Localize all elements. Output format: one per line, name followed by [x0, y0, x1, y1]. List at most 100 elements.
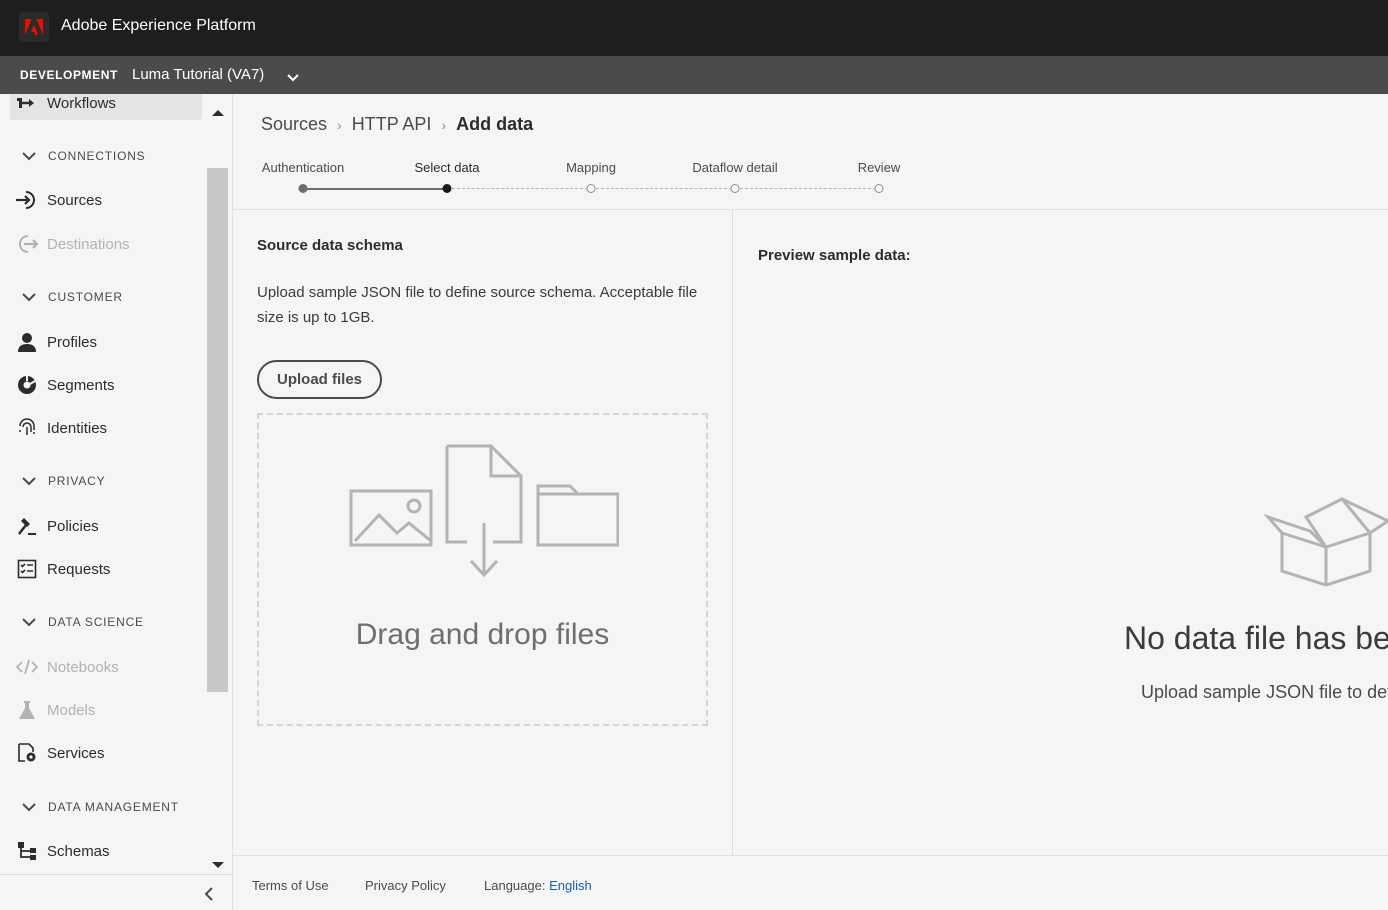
- drag-drop-text: Drag and drop files: [355, 618, 610, 651]
- drag-drop-illustration-icon: [349, 444, 619, 578]
- privacy-policy-link[interactable]: Privacy Policy: [365, 878, 446, 893]
- sidebar-item-profiles[interactable]: Profiles: [10, 325, 202, 359]
- language-label: Language:: [484, 878, 546, 893]
- sidebar-item-models: Models: [10, 693, 202, 727]
- breadcrumb-http-api[interactable]: HTTP API: [352, 114, 432, 135]
- step-mapping-label: Mapping: [566, 160, 616, 175]
- section-label: DATA MANAGEMENT: [48, 800, 179, 814]
- sidebar-item-policies[interactable]: Policies: [10, 509, 202, 543]
- sidebar-item-label: Services: [47, 744, 105, 762]
- chevron-down-icon: [22, 292, 36, 302]
- services-gear-icon: [16, 742, 38, 764]
- breadcrumb-add-data: Add data: [456, 114, 534, 134]
- terms-of-use-link[interactable]: Terms of Use: [252, 878, 329, 893]
- step-mapping-dot: [586, 184, 596, 193]
- sidebar-item-label: Segments: [47, 376, 115, 394]
- destinations-icon: [16, 233, 38, 255]
- sidebar-item-label: Destinations: [47, 235, 130, 253]
- step-progress: Authentication Select data Mapping Dataf…: [233, 154, 1388, 210]
- empty-state-title: No data file has been: [1124, 620, 1388, 656]
- scroll-down-icon[interactable]: [212, 856, 224, 874]
- chevron-down-icon: [22, 617, 36, 627]
- main-content: Sources › HTTP API › Add data Authentica…: [233, 94, 1388, 910]
- section-customer[interactable]: CUSTOMER: [22, 288, 123, 306]
- code-icon: [16, 656, 38, 678]
- step-connector-complete: [307, 188, 443, 190]
- app-title[interactable]: Adobe Experience Platform: [61, 17, 256, 35]
- sidebar-item-label: Models: [47, 701, 96, 719]
- language-selector[interactable]: Language: English: [484, 878, 592, 893]
- section-label: CONNECTIONS: [48, 149, 146, 163]
- sidebar-item-identities[interactable]: Identities: [10, 411, 202, 445]
- section-label: DATA SCIENCE: [48, 615, 144, 629]
- sandbox-switcher[interactable]: Luma Tutorial (VA7): [132, 66, 264, 83]
- sidebar-item-services[interactable]: Services: [10, 736, 202, 770]
- breadcrumb-sources[interactable]: Sources: [261, 114, 327, 135]
- source-schema-panel: Source data schema Upload sample JSON fi…: [233, 210, 733, 855]
- adobe-logo-icon[interactable]: [19, 12, 49, 42]
- scroll-up-icon[interactable]: [212, 104, 224, 122]
- preview-panel: Preview sample data: No data file has be…: [734, 210, 1388, 855]
- chevron-right-icon: ›: [337, 116, 342, 133]
- section-data-management[interactable]: DATA MANAGEMENT: [22, 798, 179, 816]
- schema-panel-description: Upload sample JSON file to define source…: [257, 284, 698, 326]
- gavel-icon: [16, 515, 38, 537]
- segments-icon: [16, 374, 38, 396]
- sidebar-item-sources[interactable]: Sources: [10, 183, 202, 217]
- sidebar: Workflows CONNECTIONS Sources Destinatio…: [0, 94, 233, 910]
- file-dropzone[interactable]: Drag and drop files: [257, 413, 708, 726]
- sources-icon: [16, 189, 38, 211]
- language-value[interactable]: English: [549, 878, 592, 893]
- preview-panel-title: Preview sample data:: [758, 247, 911, 264]
- sidebar-item-label: Policies: [47, 517, 99, 535]
- step-authentication-dot: [298, 184, 308, 193]
- upload-files-button[interactable]: Upload files: [257, 360, 383, 399]
- section-privacy[interactable]: PRIVACY: [22, 472, 105, 490]
- empty-state-subtitle: Upload sample JSON file to define: [1141, 682, 1388, 702]
- section-label: CUSTOMER: [48, 290, 123, 304]
- flask-icon: [16, 699, 38, 721]
- step-review-label: Review: [857, 160, 901, 175]
- fingerprint-icon: [16, 417, 38, 439]
- step-connector: [452, 188, 588, 189]
- sidebar-item-label: Schemas: [47, 842, 110, 860]
- workflow-icon: [16, 94, 38, 114]
- sidebar-item-label: Workflows: [47, 94, 116, 112]
- checklist-icon: [16, 558, 38, 580]
- step-dataflow-detail-dot: [730, 184, 740, 193]
- chevron-down-icon[interactable]: [287, 70, 299, 88]
- sidebar-collapse-bar: [0, 874, 232, 910]
- sidebar-item-workflows[interactable]: Workflows: [10, 94, 202, 120]
- schema-icon: [16, 840, 38, 862]
- empty-box-icon: [1264, 497, 1388, 587]
- footer: Terms of Use Privacy Policy Language: En…: [233, 855, 1388, 910]
- step-select-data-label: Select data: [414, 160, 480, 175]
- user-icon: [16, 331, 38, 353]
- section-data-science[interactable]: DATA SCIENCE: [22, 613, 144, 631]
- sidebar-item-schemas[interactable]: Schemas: [10, 834, 202, 868]
- breadcrumb: Sources › HTTP API › Add data: [261, 114, 533, 135]
- top-bar: Adobe Experience Platform: [0, 0, 1388, 56]
- step-dataflow-detail-label: Dataflow detail: [692, 160, 778, 175]
- chevron-left-icon[interactable]: [204, 887, 214, 906]
- environment-label: DEVELOPMENT: [20, 68, 118, 82]
- sidebar-item-label: Identities: [47, 419, 108, 437]
- step-connector: [596, 188, 732, 189]
- sandbox-bar: DEVELOPMENT Luma Tutorial (VA7): [0, 56, 1388, 94]
- sidebar-item-notebooks: Notebooks: [10, 650, 202, 684]
- chevron-right-icon: ›: [441, 116, 447, 133]
- sidebar-item-segments[interactable]: Segments: [10, 368, 202, 402]
- chevron-down-icon: [22, 802, 36, 812]
- sidebar-item-label: Requests: [47, 560, 111, 578]
- step-review-dot: [874, 184, 884, 193]
- step-authentication-label: Authentication: [261, 160, 345, 175]
- section-connections[interactable]: CONNECTIONS: [22, 147, 145, 165]
- step-select-data-dot: [442, 184, 452, 193]
- sidebar-item-requests[interactable]: Requests: [10, 552, 202, 586]
- sidebar-item-label: Notebooks: [47, 658, 119, 676]
- schema-panel-title: Source data schema: [257, 237, 403, 254]
- preview-clip: Preview sample data: No data file has be…: [734, 210, 1388, 855]
- sidebar-scrollbar-thumb[interactable]: [207, 168, 228, 692]
- chevron-down-icon: [22, 476, 36, 486]
- sidebar-item-label: Sources: [47, 191, 103, 209]
